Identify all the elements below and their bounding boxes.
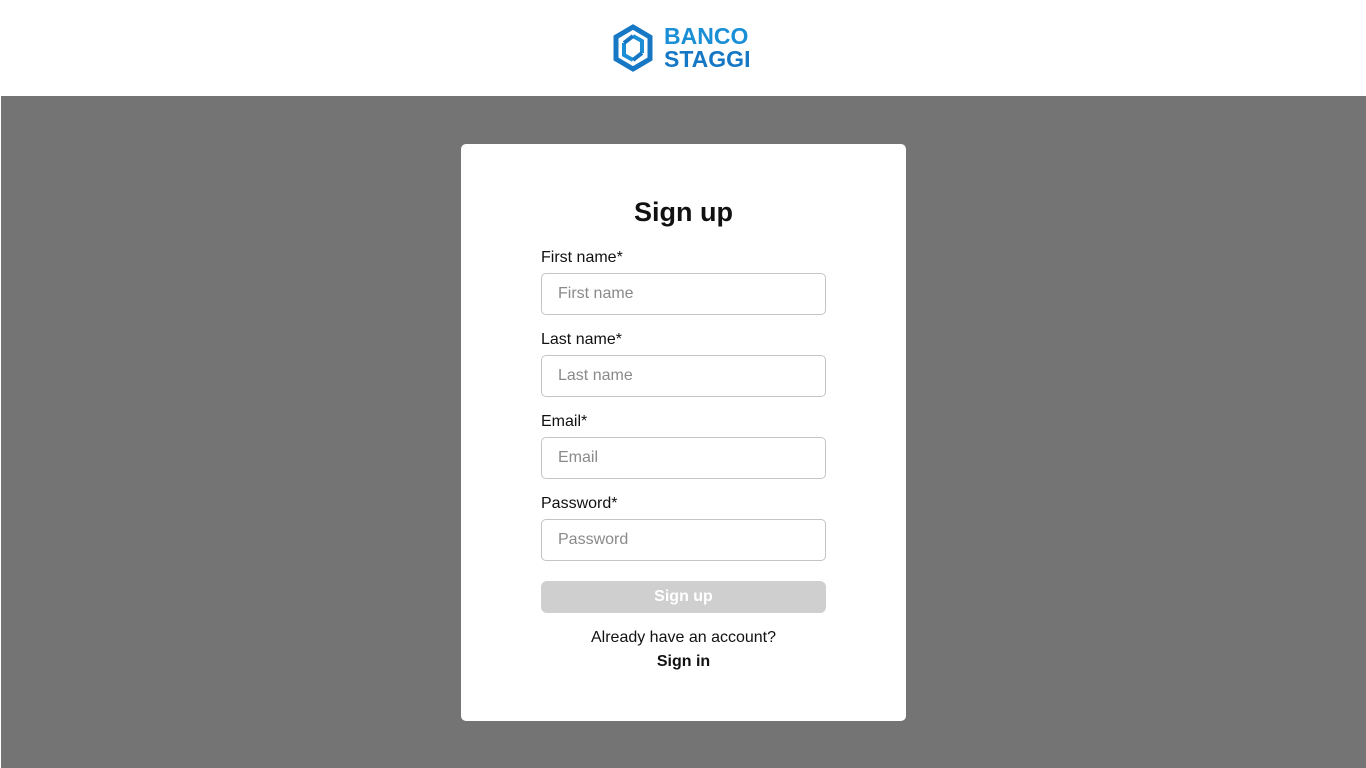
last-name-label: Last name* [541,331,622,348]
brand-logo[interactable]: BANCO STAGGI [612,24,752,72]
page-title: Sign up [634,197,733,227]
email-input[interactable] [541,437,826,479]
header: BANCO STAGGI [0,0,1366,96]
sign-in-link[interactable]: Sign in [461,652,906,672]
first-name-input[interactable] [541,273,826,315]
password-input[interactable] [541,519,826,561]
password-label: Password* [541,495,618,512]
brand-line-2: STAGGI [664,46,751,72]
email-label: Email* [541,413,588,430]
first-name-label: First name* [541,249,623,266]
hexagon-swirl-logo-icon [613,24,653,72]
signup-card: Sign up First name* Last name* Email* Pa… [461,144,906,721]
sign-up-button[interactable]: Sign up [541,581,826,613]
last-name-input[interactable] [541,355,826,397]
account-prompt: Already have an account? [590,629,776,646]
brand-line-1: BANCO [664,23,749,49]
brand-wordmark: BANCO STAGGI [664,25,750,71]
